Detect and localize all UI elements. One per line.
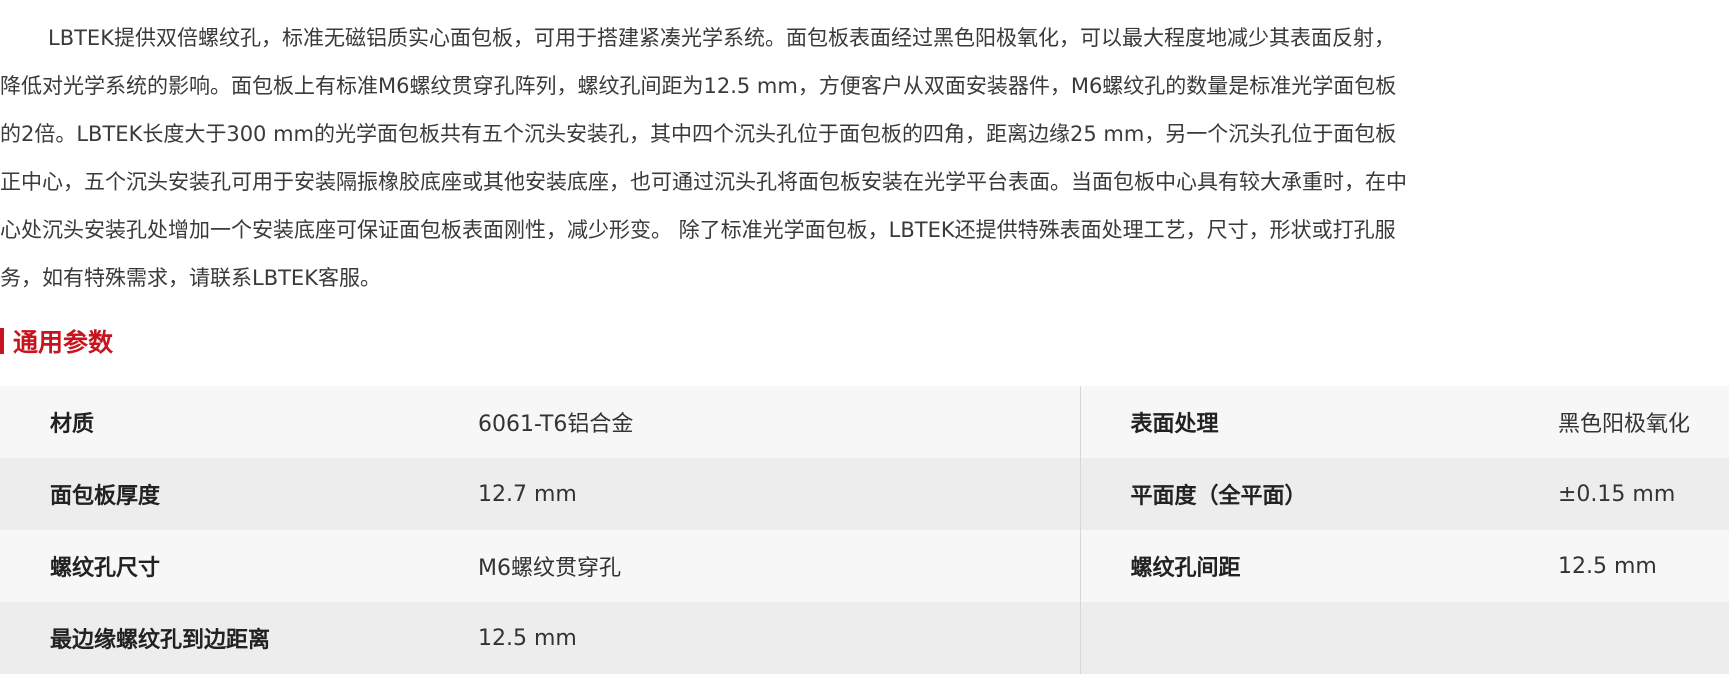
table-row: 最边缘螺纹孔到边距离 12.5 mm (0, 602, 1729, 674)
param-label: 材质 (0, 386, 478, 458)
product-description-page: LBTEK提供双倍螺纹孔，标准无磁铝质实心面包板，可用于搭建紧凑光学系统。面包板… (0, 0, 1729, 676)
param-value: 12.5 mm (1558, 530, 1729, 602)
intro-paragraph: LBTEK提供双倍螺纹孔，标准无磁铝质实心面包板，可用于搭建紧凑光学系统。面包板… (0, 26, 1407, 290)
param-label: 螺纹孔间距 (1079, 530, 1558, 602)
param-value (1558, 602, 1729, 674)
param-value: ±0.15 mm (1558, 458, 1729, 530)
table-row: 螺纹孔尺寸 M6螺纹贯穿孔 螺纹孔间距 12.5 mm (0, 530, 1729, 602)
param-label: 表面处理 (1079, 386, 1558, 458)
param-value: 6061-T6铝合金 (478, 386, 1080, 458)
param-value: 12.7 mm (478, 458, 1080, 530)
param-label: 平面度（全平面） (1079, 458, 1558, 530)
section-title-text: 通用参数 (13, 328, 114, 357)
param-value: M6螺纹贯穿孔 (478, 530, 1080, 602)
param-value: 黑色阳极氧化 (1558, 386, 1729, 458)
section-heading: 通用参数 (0, 325, 113, 357)
param-value: 12.5 mm (478, 602, 1080, 674)
general-params-table: 材质 6061-T6铝合金 表面处理 黑色阳极氧化 面包板厚度 12.7 mm … (0, 386, 1729, 674)
param-label: 面包板厚度 (0, 458, 478, 530)
heading-accent-bar (0, 328, 4, 354)
table-row: 材质 6061-T6铝合金 表面处理 黑色阳极氧化 (0, 386, 1729, 458)
param-label (1079, 602, 1558, 674)
param-label: 最边缘螺纹孔到边距离 (0, 602, 478, 674)
table-row: 面包板厚度 12.7 mm 平面度（全平面） ±0.15 mm (0, 458, 1729, 530)
param-label: 螺纹孔尺寸 (0, 530, 478, 602)
